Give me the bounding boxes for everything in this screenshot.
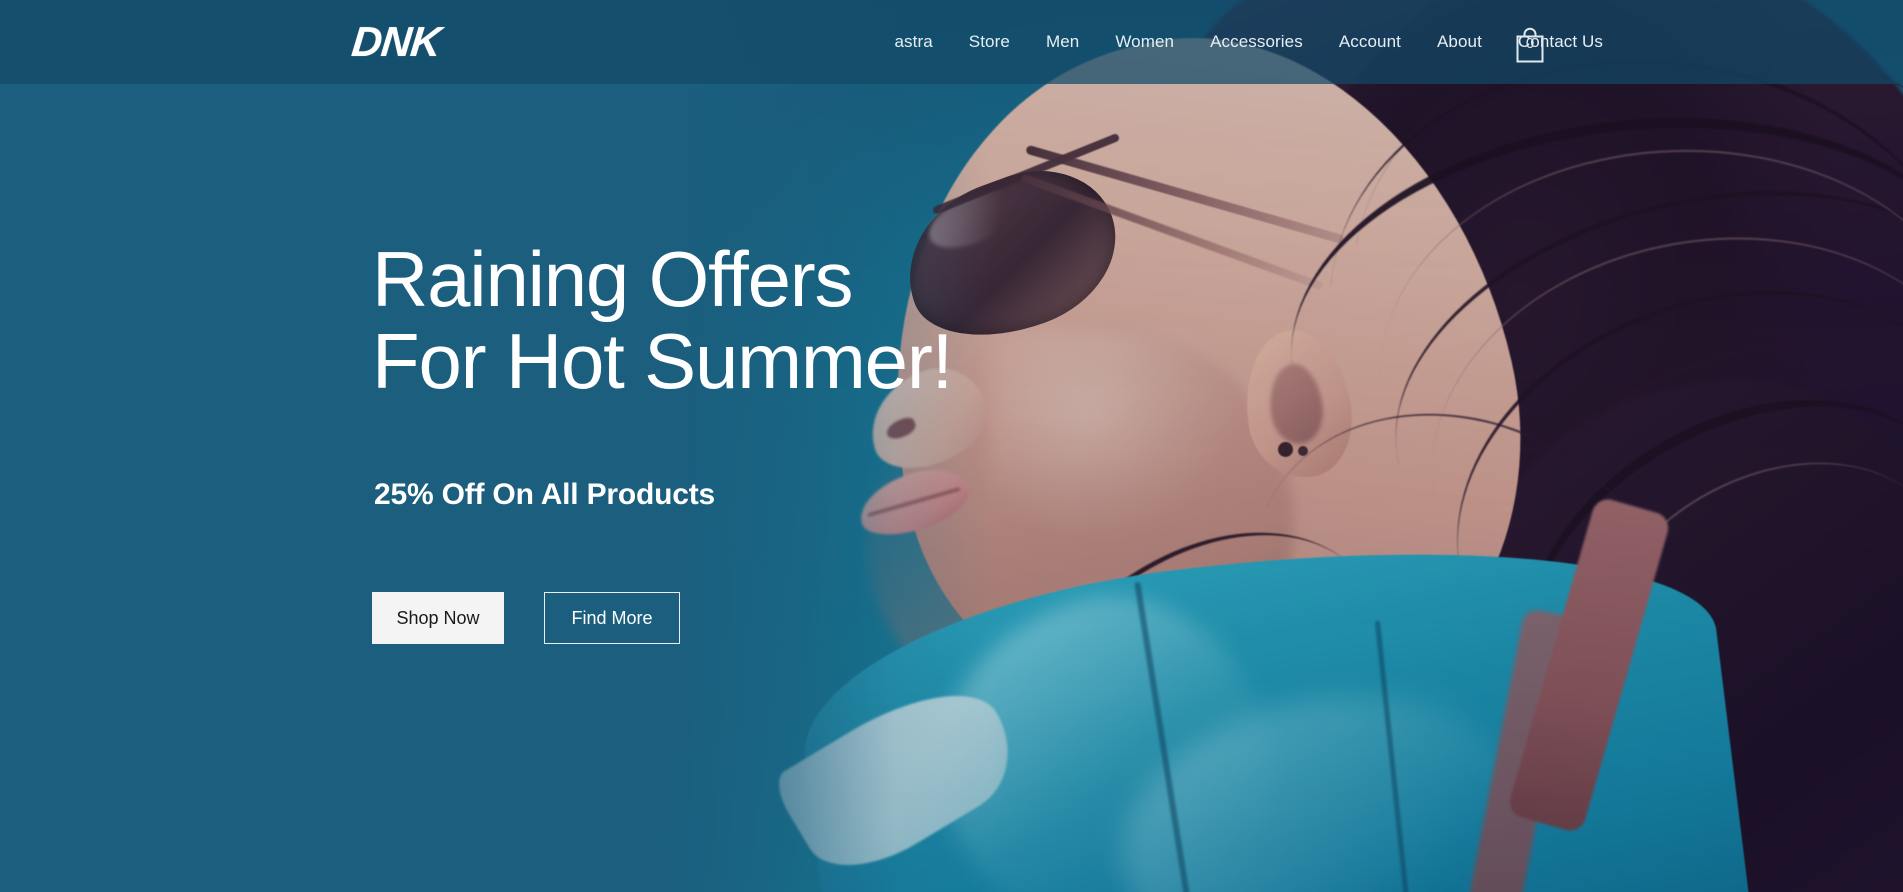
nav-item-about[interactable]: About [1437,32,1482,52]
cart-button[interactable]: 0 [1512,26,1548,64]
nav-item-women[interactable]: Women [1115,32,1174,52]
hero-headline: Raining Offers For Hot Summer! [372,238,1092,402]
hero-button-group: Shop Now Find More [372,592,680,644]
site-header: DNK astra Store Men Women Accessories Ac… [0,0,1903,84]
nav-item-astra[interactable]: astra [895,32,933,52]
hero-landing-page: DNK astra Store Men Women Accessories Ac… [0,0,1903,892]
nav-item-accessories[interactable]: Accessories [1210,32,1303,52]
find-more-button[interactable]: Find More [544,592,680,644]
shop-now-button[interactable]: Shop Now [372,592,504,644]
main-navigation: astra Store Men Women Accessories Accoun… [895,0,1604,84]
site-logo[interactable]: DNK [349,18,443,66]
nav-item-men[interactable]: Men [1046,32,1079,52]
hero-headline-line-1: Raining Offers [372,235,854,323]
nav-item-store[interactable]: Store [969,32,1010,52]
hero-subheadline: 25% Off On All Products [374,478,716,511]
nav-item-account[interactable]: Account [1339,32,1401,52]
cart-count: 0 [1525,35,1535,52]
hero-model-photo [690,0,1903,892]
hero-headline-line-2: For Hot Summer! [372,317,953,405]
hero-background [0,0,1903,892]
earring-stud [1278,442,1293,457]
